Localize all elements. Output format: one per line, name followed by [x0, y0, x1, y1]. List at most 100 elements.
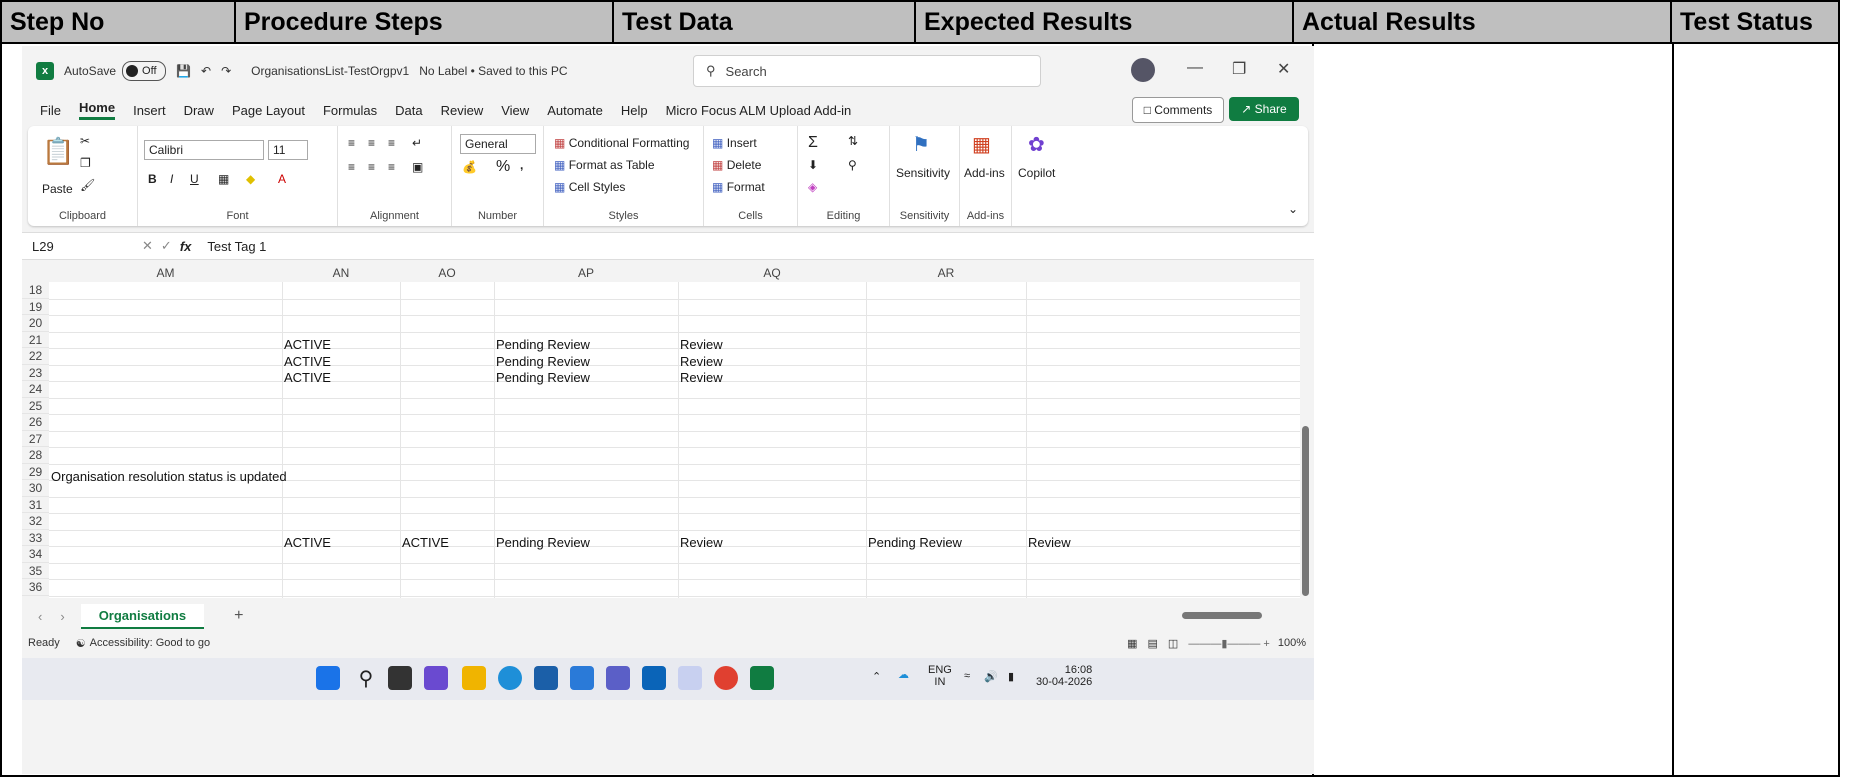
row-header[interactable]: 32 [22, 513, 49, 530]
align-right-icon[interactable]: ≡ [388, 160, 395, 174]
show-hidden-icons[interactable]: ⌃ [872, 670, 881, 683]
tab-data[interactable]: Data [395, 103, 422, 118]
tab-help[interactable]: Help [621, 103, 648, 118]
cell-styles-button[interactable]: ▦ Cell Styles [554, 180, 625, 194]
m365-icon[interactable] [424, 666, 448, 690]
row-header[interactable]: 23 [22, 364, 49, 381]
name-box[interactable]: L29 [22, 239, 132, 254]
bold-icon[interactable]: B [148, 172, 157, 186]
sheet-tab-organisations[interactable]: Organisations [80, 603, 205, 629]
tab-automate[interactable]: Automate [547, 103, 603, 118]
row-header[interactable]: 19 [22, 298, 49, 315]
page-layout-icon[interactable]: ▤ [1148, 637, 1158, 650]
tab-review[interactable]: Review [441, 103, 484, 118]
format-painter-icon[interactable]: 🖌 [80, 178, 95, 192]
file-title[interactable]: OrganisationsList-TestOrgpv1 [251, 64, 409, 78]
wifi-icon[interactable]: ≈ [964, 670, 970, 682]
row-header[interactable]: 28 [22, 447, 49, 464]
outlook-icon[interactable] [642, 666, 666, 690]
format-as-table-button[interactable]: ▦ Format as Table [554, 158, 655, 172]
addins-icon[interactable]: ▦ [972, 132, 991, 157]
cell-ar33[interactable]: Pending Review [868, 535, 962, 550]
column-header-ap[interactable]: AP [494, 264, 679, 282]
row-header[interactable]: 31 [22, 496, 49, 513]
redo-icon[interactable]: ↷ [221, 64, 231, 78]
font-name-select[interactable]: Calibri [144, 140, 264, 160]
copilot-icon[interactable]: ✿ [1028, 132, 1045, 157]
store-icon[interactable] [534, 666, 558, 690]
conditional-formatting-button[interactable]: ▦ Conditional Formatting [554, 136, 689, 150]
row-header[interactable]: 27 [22, 430, 49, 447]
zoom-slider[interactable]: ———▮——— + [1188, 637, 1270, 650]
row-header[interactable]: 18 [22, 282, 49, 299]
font-size-select[interactable]: 11 [268, 140, 308, 160]
row-header[interactable]: 24 [22, 381, 49, 398]
cell-ap21[interactable]: Pending Review [496, 337, 590, 352]
comma-icon[interactable]: , [520, 158, 523, 172]
cell-aq22[interactable]: Review [680, 354, 723, 369]
align-middle-icon[interactable]: ≡ [368, 136, 375, 150]
cell-an23[interactable]: ACTIVE [284, 370, 331, 385]
volume-icon[interactable]: 🔊 [984, 670, 998, 683]
paste-label[interactable]: Paste [42, 182, 73, 196]
cell-ap22[interactable]: Pending Review [496, 354, 590, 369]
formula-input[interactable]: Test Tag 1 [207, 239, 266, 254]
align-left-icon[interactable]: ≡ [348, 160, 355, 174]
sensitivity-label-status[interactable]: No Label • Saved to this PC [419, 64, 567, 78]
zoom-level[interactable]: 100% [1278, 637, 1306, 649]
autosum-icon[interactable]: Σ [808, 134, 818, 152]
horizontal-scroll-thumb[interactable] [1182, 612, 1262, 619]
row-header[interactable]: 21 [22, 331, 49, 348]
excel-taskbar-icon[interactable] [750, 666, 774, 690]
avatar[interactable] [1131, 58, 1155, 82]
language-indicator[interactable]: ENG IN [928, 664, 952, 688]
clock[interactable]: 16:08 30-04-2026 [1036, 664, 1092, 688]
column-header-an[interactable]: AN [282, 264, 401, 282]
fill-color-icon[interactable]: ◆ [246, 172, 255, 186]
row-header[interactable]: 29 [22, 463, 49, 480]
fill-icon[interactable]: ⬇ [808, 158, 818, 172]
paste-icon[interactable]: 📋 [42, 136, 74, 167]
row-header[interactable]: 25 [22, 397, 49, 414]
row-header[interactable]: 20 [22, 315, 49, 332]
app-icon[interactable] [570, 666, 594, 690]
search-box[interactable]: ⚲ Search [693, 55, 1041, 87]
delete-cells-button[interactable]: ▦ Delete [712, 158, 761, 172]
cell-aq21[interactable]: Review [680, 337, 723, 352]
tab-page-layout[interactable]: Page Layout [232, 103, 305, 118]
prev-sheet-icon[interactable]: ‹ [38, 609, 42, 624]
addins-button[interactable]: Add-ins [964, 166, 1005, 180]
column-header-blank[interactable] [1026, 264, 1300, 282]
share-button[interactable]: ↗ Share [1229, 97, 1299, 121]
clear-icon[interactable]: ◈ [808, 180, 817, 194]
column-header-am[interactable]: AM [49, 264, 283, 282]
battery-icon[interactable]: ▮ [1008, 670, 1014, 683]
tab-draw[interactable]: Draw [184, 103, 214, 118]
sort-filter-icon[interactable]: ⇅ [848, 134, 858, 148]
edge-icon[interactable] [498, 666, 522, 690]
accessibility-icon[interactable]: ☯ [76, 637, 86, 650]
tab-alm-addin[interactable]: Micro Focus ALM Upload Add-in [666, 103, 852, 118]
media-icon[interactable] [678, 666, 702, 690]
align-bottom-icon[interactable]: ≡ [388, 136, 395, 150]
row-header[interactable]: 37 [22, 595, 49, 598]
file-explorer-icon[interactable] [462, 666, 486, 690]
column-header-ao[interactable]: AO [400, 264, 495, 282]
function-icon[interactable]: fx [180, 239, 192, 254]
column-header-aq[interactable]: AQ [678, 264, 867, 282]
tab-home[interactable]: Home [78, 100, 116, 120]
cell-an22[interactable]: ACTIVE [284, 354, 331, 369]
column-header-ar[interactable]: AR [866, 264, 1027, 282]
cell-as33[interactable]: Review [1028, 535, 1071, 550]
italic-icon[interactable]: I [170, 172, 173, 186]
undo-icon[interactable]: ↶ [201, 64, 211, 78]
start-icon[interactable] [316, 666, 340, 690]
normal-view-icon[interactable]: ▦ [1127, 637, 1137, 650]
page-break-icon[interactable]: ◫ [1168, 637, 1178, 650]
find-icon[interactable]: ⚲ [848, 158, 857, 172]
tab-formulas[interactable]: Formulas [323, 103, 377, 118]
chrome-icon[interactable] [714, 666, 738, 690]
enter-icon[interactable]: ✓ [161, 238, 172, 254]
row-header[interactable]: 22 [22, 348, 49, 365]
vertical-scroll-thumb[interactable] [1302, 426, 1309, 596]
